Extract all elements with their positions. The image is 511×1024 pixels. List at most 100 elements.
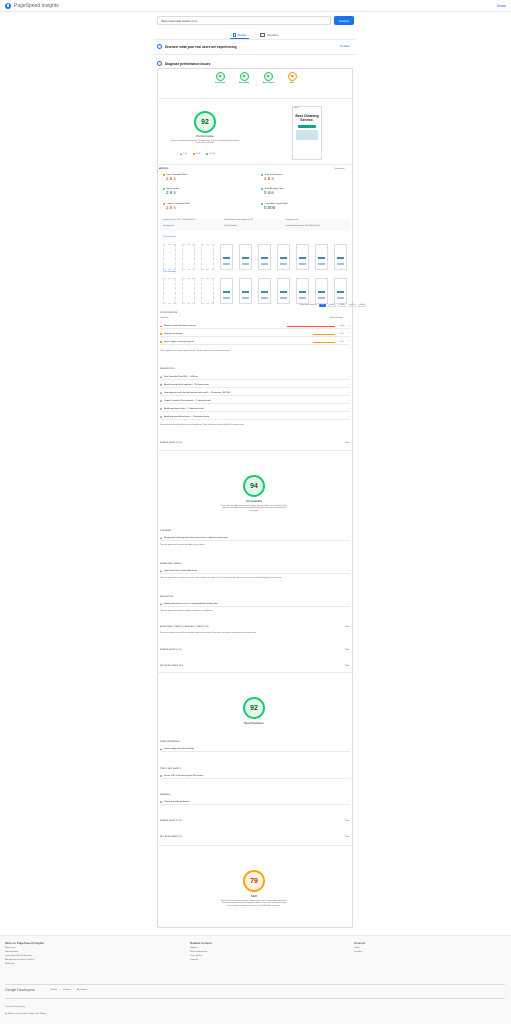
bp-audit-item[interactable]: Detected JavaScript libraries ⌄ [160,799,350,805]
chevron-down-icon[interactable]: ⌄ [348,341,350,343]
average-square-icon [160,332,162,335]
gauge-accessibility[interactable]: 94 Accessibility [239,72,249,84]
passed-audits-a11y[interactable]: PASSED AUDITS (19) [160,649,182,651]
footer-link[interactable]: YouTube [354,951,365,953]
tab-mobile-label: Mobile [237,32,247,37]
gauge-best-practices-label: Best Practices [263,82,275,84]
chevron-down-icon[interactable]: ⌄ [348,775,350,777]
filter-tbt[interactable]: TBT [337,304,346,307]
info-circle-icon [160,391,162,394]
diagnostic-item[interactable]: First Contentful Paint (3G) — 5430 ms ⌄ [160,374,350,380]
show-manual-checks[interactable]: Show [345,626,349,628]
chevron-down-icon[interactable]: ⌄ [348,408,350,410]
trust-safety-header: TRUST AND SAFETY [160,768,182,770]
savings-col-header: Estimated Savings [330,318,344,319]
show-passed-bp[interactable]: Show [345,820,349,822]
chevron-down-icon[interactable]: ⌄ [348,376,350,378]
metric-si: Speed Index 2.9 s [163,188,253,195]
a11y-audit-label: Links do not have a discernible name [164,569,198,572]
footer-col-title: Related Content [190,941,212,945]
a11y-audit-item[interactable]: Heading elements are not in a sequential… [160,601,350,607]
a11y-audit-item[interactable]: Background and foreground colors do not … [160,535,350,541]
share-link[interactable]: Share [497,4,506,8]
show-na-bp[interactable]: Show [345,836,349,838]
terms-privacy-link[interactable]: Terms and Privacy Policy [5,1006,25,1008]
filmstrip-frame [201,278,214,304]
filter-label: Show audits relevant to: [300,305,318,306]
footer-link-all-products[interactable]: All products [77,989,87,991]
bp-audit-item[interactable]: Serves images with low resolution ⌄ [160,746,350,752]
bp-audit-item[interactable]: Ensure CSP is effective against XSS atta… [160,773,350,779]
not-applicable-a11y[interactable]: NOT APPLICABLE (21) [160,665,183,667]
filter-all[interactable]: All [319,304,326,307]
not-applicable-bp[interactable]: NOT APPLICABLE (1) [160,836,182,838]
show-passed-a11y[interactable]: Show [345,649,349,651]
chevron-down-icon[interactable]: ⌄ [348,570,350,572]
divider [159,164,351,165]
diagnostic-label: Avoid chaining critical requests — 13 ch… [164,383,209,386]
chevron-down-icon[interactable]: ⌄ [348,416,350,418]
diagnostic-item[interactable]: Largest Contentful Paint element — 1 ele… [160,398,350,404]
filter-fcp[interactable]: FCP [327,304,336,307]
footer-link[interactable]: Case Studies [190,955,212,957]
diagnostic-item[interactable]: Keep request counts low and transfer siz… [160,390,350,396]
bp-audit-label: Serves images with low resolution [164,747,195,750]
gauge-seo-label: SEO [290,82,294,84]
chevron-down-icon[interactable]: ⌄ [348,392,350,394]
footer-link[interactable]: Mailing list [5,963,44,965]
manual-checks-header[interactable]: ADDITIONAL ITEMS TO MANUALLY CHECK (10) [160,626,209,628]
footer-link[interactable]: Ask questions on Stack Overflow [5,959,44,961]
info-circle-icon [160,399,162,402]
gauge-seo[interactable]: 79 SEO [287,72,297,84]
footer-link[interactable]: Podcasts [190,959,212,961]
passed-audits-perf[interactable]: PASSED AUDITS (33) [160,442,182,444]
chevron-down-icon[interactable]: ⌄ [348,748,350,750]
show-passed-perf[interactable]: Show [345,442,349,444]
filmstrip-frame [220,244,233,270]
chevron-down-icon[interactable]: ⌄ [348,333,350,335]
analyze-button[interactable]: Analyze [334,16,354,25]
info-circle-icon [160,774,162,777]
average-square-icon [192,153,195,155]
tab-mobile[interactable]: Mobile [229,31,250,39]
opportunity-label: Eliminate render-blocking resources [164,324,196,327]
footer-link[interactable]: Learn about Web Performance [5,955,44,957]
show-na-a11y[interactable]: Show [345,665,349,667]
google-developers-logo[interactable]: Google Developers [5,988,35,992]
opportunity-item[interactable]: Serve images in next-gen formats 0.6 s ⌄ [160,339,350,345]
chevron-down-icon[interactable]: ⌄ [348,400,350,402]
average-square-icon [160,340,162,343]
tab-desktop[interactable]: Desktop [257,31,281,39]
diagnostic-item[interactable]: Avoid large layout shifts — 5 elements f… [160,406,350,412]
chevron-down-icon[interactable]: ⌄ [348,537,350,539]
footer-link[interactable]: Web Fundamentals [190,951,212,953]
gauge-best-practices[interactable]: 92 Best Practices [263,72,275,84]
passed-audits-bp[interactable]: PASSED AUDITS (14) [160,820,182,822]
url-input[interactable] [157,16,331,25]
view-treemap-link[interactable]: View Treemap [163,236,176,238]
savings-value: 1.46 s [340,324,345,327]
footer-link-firebase[interactable]: Firebase [63,989,71,991]
chevron-down-icon[interactable]: ⌄ [348,325,350,327]
chevron-down-icon[interactable]: ⌄ [348,603,350,605]
chevron-down-icon[interactable]: ⌄ [348,384,350,386]
footer-link[interactable]: Documentation [5,951,44,953]
expand-view-link[interactable]: Expand view [335,168,345,170]
a11y-audit-item[interactable]: Links do not have a discernible name ⌄ [160,568,350,574]
gauge-performance[interactable]: 92 Performance [215,72,225,84]
footer-link-chrome[interactable]: Chrome [50,989,57,991]
footer-link[interactable]: What's new [5,947,44,949]
opportunity-item[interactable]: Eliminate render-blocking resources 1.46… [160,323,350,329]
view-treemap-link-2[interactable]: View Treemap [163,271,176,273]
filter-cls[interactable]: CLS [358,304,367,307]
chevron-down-icon[interactable]: ⌄ [348,801,350,803]
savings-bar [313,333,335,335]
diagnostic-item[interactable]: Avoid chaining critical requests — 13 ch… [160,382,350,388]
filter-lcp[interactable]: LCP [348,304,357,307]
diagnostic-item[interactable]: Avoid long main-thread tasks — 4 long ta… [160,414,350,420]
footer-link[interactable]: Updates [190,947,212,949]
opportunity-item[interactable]: Properly size images 0.6 s ⌄ [160,331,350,337]
average-square-icon [163,174,165,176]
performance-title: Performance [196,134,214,138]
footer-link[interactable]: Twitter [354,947,365,949]
